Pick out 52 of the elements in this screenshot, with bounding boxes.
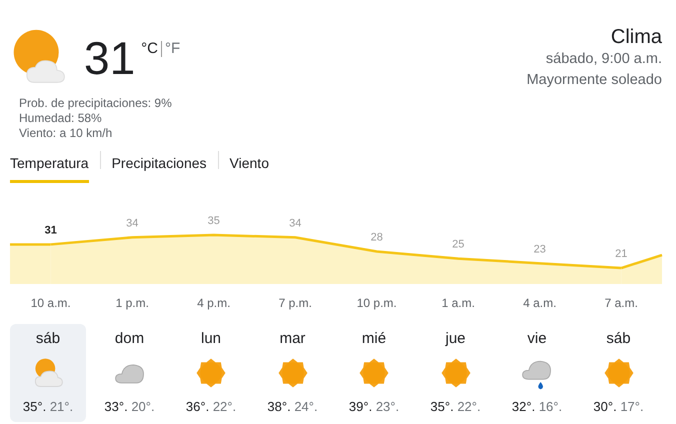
- hour-label: 1 p.m.: [114, 296, 150, 310]
- date-time: sábado, 9:00 a.m.: [544, 50, 662, 69]
- data-label: 23: [534, 243, 546, 256]
- day-forecast[interactable]: mar 38°. 24°.: [254, 324, 330, 422]
- day-forecast[interactable]: lun 36°. 22°.: [173, 324, 249, 422]
- data-label: 35: [208, 215, 220, 227]
- weather-detail: Prob. de precipitaciones: 9%: [19, 96, 173, 111]
- hour-label: 4 p.m.: [196, 296, 232, 310]
- data-label: 25: [452, 238, 464, 251]
- day-name: mié: [362, 330, 386, 348]
- weather-detail: Humedad: 58%: [19, 111, 103, 126]
- data-label: 28: [370, 232, 383, 244]
- widget-title: Clima: [610, 25, 662, 49]
- hour-label: 10 a.m.: [30, 296, 72, 310]
- unit-toggle[interactable]: °F: [165, 40, 180, 57]
- data-label: 34: [289, 217, 302, 230]
- day-name: jue: [445, 330, 466, 348]
- day-forecast[interactable]: vie 32°. 16°.: [499, 324, 575, 422]
- day-name: dom: [114, 330, 144, 348]
- tab[interactable]: Precipitaciones: [112, 151, 207, 183]
- weather-detail: Viento: a 10 km/h: [19, 126, 114, 141]
- temperature: 31: [84, 32, 136, 84]
- day-name: mar: [280, 330, 306, 348]
- hour-label: 4 a.m.: [522, 296, 558, 310]
- condition: Mayormente soleado: [526, 71, 662, 90]
- day-name: vie: [527, 330, 547, 348]
- day-forecast[interactable]: mié 39°. 23°.: [336, 324, 412, 422]
- data-label: 21: [615, 248, 628, 260]
- hour-label: 7 p.m.: [278, 296, 313, 310]
- high-low-temperature: 36°. 22°.: [186, 399, 236, 414]
- high-low-temperature: 30°. 17°.: [593, 399, 644, 414]
- day-name: sáb: [36, 330, 60, 348]
- day-forecast[interactable]: dom 33°. 20°.: [92, 324, 168, 422]
- day-name: lun: [200, 330, 222, 348]
- high-low-temperature: 33°. 20°.: [104, 399, 155, 414]
- high-low-temperature: 32°. 16°.: [512, 399, 562, 414]
- day-forecast[interactable]: sáb 35°. 21°.: [10, 324, 86, 422]
- high-low-temperature: 35°. 22°.: [430, 399, 481, 414]
- high-low-temperature: 39°. 23°.: [348, 399, 400, 414]
- unit-toggle[interactable]: °C: [141, 40, 158, 57]
- hour-label: 1 a.m.: [440, 296, 476, 310]
- data-label: 31: [44, 224, 57, 236]
- high-low-temperature: 35°. 21°.: [22, 399, 74, 414]
- hour-label: 7 a.m.: [604, 296, 639, 310]
- tab[interactable]: Temperatura: [10, 151, 89, 183]
- tab[interactable]: Viento: [230, 151, 269, 183]
- day-name: sáb: [606, 330, 631, 348]
- high-low-temperature: 38°. 24°.: [267, 399, 318, 414]
- day-forecast[interactable]: sáb 30°. 17°.: [580, 324, 656, 422]
- data-label: 34: [126, 217, 138, 230]
- day-forecast[interactable]: jue 35°. 22°.: [418, 324, 494, 422]
- hour-label: 10 p.m.: [356, 296, 398, 310]
